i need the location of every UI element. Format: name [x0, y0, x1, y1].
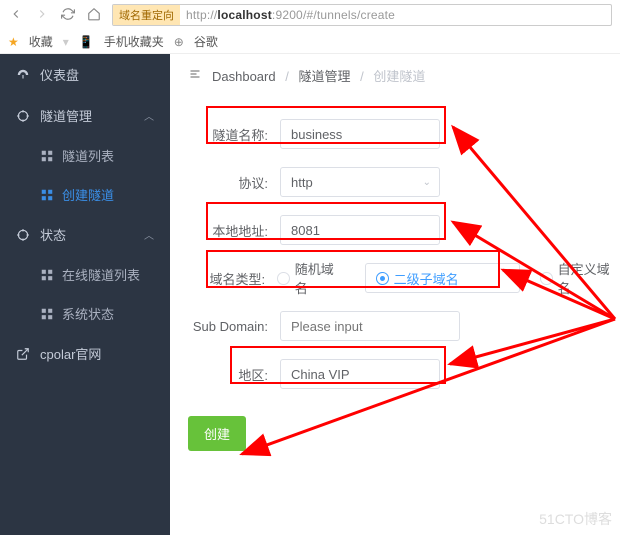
- grid-icon: [40, 307, 54, 321]
- grid-icon: [40, 188, 54, 202]
- sidebar-item-dashboard[interactable]: 仪表盘: [0, 54, 170, 95]
- sidebar: 仪表盘 隧道管理 ︿ 隧道列表 创建隧道 状态 ︿ 在线隧道列表 系统状态: [0, 54, 170, 535]
- sidebar-label: 仪表盘: [40, 65, 79, 84]
- sidebar-label: 在线隧道列表: [62, 265, 140, 284]
- sidebar-label: 隧道列表: [62, 146, 114, 165]
- bookmark-bar: ★ 收藏 ▾ 📱 手机收藏夹 ⊕ 谷歌: [0, 30, 620, 54]
- sidebar-label: 隧道管理: [40, 106, 92, 125]
- dashboard-icon: [16, 68, 30, 82]
- protocol-select[interactable]: http⌄: [280, 167, 440, 197]
- bookmark-google[interactable]: 谷歌: [194, 33, 218, 50]
- crumb-dashboard[interactable]: Dashboard: [212, 69, 276, 84]
- globe-icon: ⊕: [174, 35, 184, 49]
- crumb-current: 创建隧道: [373, 69, 425, 84]
- star-icon: ★: [8, 35, 19, 49]
- local-addr-input[interactable]: [280, 215, 440, 245]
- crosshair-icon: [16, 228, 30, 242]
- tunnel-name-label: 隧道名称:: [170, 125, 280, 144]
- tunnel-name-input[interactable]: [280, 119, 440, 149]
- sidebar-item-status[interactable]: 状态 ︿: [0, 214, 170, 255]
- subdomain-input[interactable]: [280, 311, 460, 341]
- region-select[interactable]: China VIP: [280, 359, 440, 389]
- back-icon[interactable]: [8, 7, 24, 24]
- radio-sub-domain[interactable]: 二级子域名: [365, 263, 520, 293]
- sidebar-item-cpolar[interactable]: cpolar官网: [0, 333, 170, 374]
- forward-icon[interactable]: [34, 7, 50, 24]
- form: 隧道名称: 协议: http⌄ 本地地址: 域名类型: 随机域名 二级子域名 自…: [170, 96, 620, 451]
- address-bar[interactable]: 域名重定向 http://localhost:9200/#/tunnels/cr…: [112, 4, 612, 26]
- grid-icon: [40, 149, 54, 163]
- home-icon[interactable]: [86, 7, 102, 24]
- external-link-icon: [16, 347, 30, 361]
- radio-custom-domain[interactable]: 自定义域名: [540, 259, 620, 297]
- subdomain-label: Sub Domain:: [170, 319, 280, 334]
- breadcrumb: Dashboard / 隧道管理 / 创建隧道: [212, 66, 425, 85]
- crosshair-icon: [16, 109, 30, 123]
- crumb-mgmt[interactable]: 隧道管理: [298, 69, 350, 84]
- grid-icon: [40, 268, 54, 282]
- chevron-up-icon: ︿: [144, 227, 154, 242]
- sidebar-label: 创建隧道: [62, 185, 114, 204]
- sidebar-label: cpolar官网: [40, 344, 101, 363]
- menu-toggle-icon[interactable]: [188, 68, 202, 83]
- sidebar-item-create-tunnel[interactable]: 创建隧道: [0, 175, 170, 214]
- protocol-label: 协议:: [170, 173, 280, 192]
- local-addr-label: 本地地址:: [170, 221, 280, 240]
- chevron-up-icon: ︿: [144, 108, 154, 123]
- bookmark-fav[interactable]: 收藏: [29, 33, 53, 50]
- sidebar-label: 状态: [40, 225, 66, 244]
- sidebar-item-tunnel-list[interactable]: 隧道列表: [0, 136, 170, 175]
- main-panel: Dashboard / 隧道管理 / 创建隧道 隧道名称: 协议: http⌄ …: [170, 54, 620, 535]
- radio-random-domain[interactable]: 随机域名: [277, 259, 344, 297]
- sidebar-item-online-list[interactable]: 在线隧道列表: [0, 255, 170, 294]
- sidebar-item-sys-status[interactable]: 系统状态: [0, 294, 170, 333]
- region-label: 地区:: [170, 365, 280, 384]
- phone-icon: 📱: [79, 35, 94, 49]
- reload-icon[interactable]: [60, 7, 76, 24]
- domain-type-label: 域名类型:: [170, 269, 277, 288]
- redirect-badge: 域名重定向: [113, 5, 180, 25]
- chevron-down-icon: ⌄: [423, 177, 431, 188]
- bookmark-mobile[interactable]: 手机收藏夹: [104, 33, 164, 50]
- create-button[interactable]: 创建: [188, 416, 246, 451]
- sidebar-label: 系统状态: [62, 304, 114, 323]
- url: http://localhost:9200/#/tunnels/create: [180, 8, 401, 22]
- sidebar-item-tunnel-mgmt[interactable]: 隧道管理 ︿: [0, 95, 170, 136]
